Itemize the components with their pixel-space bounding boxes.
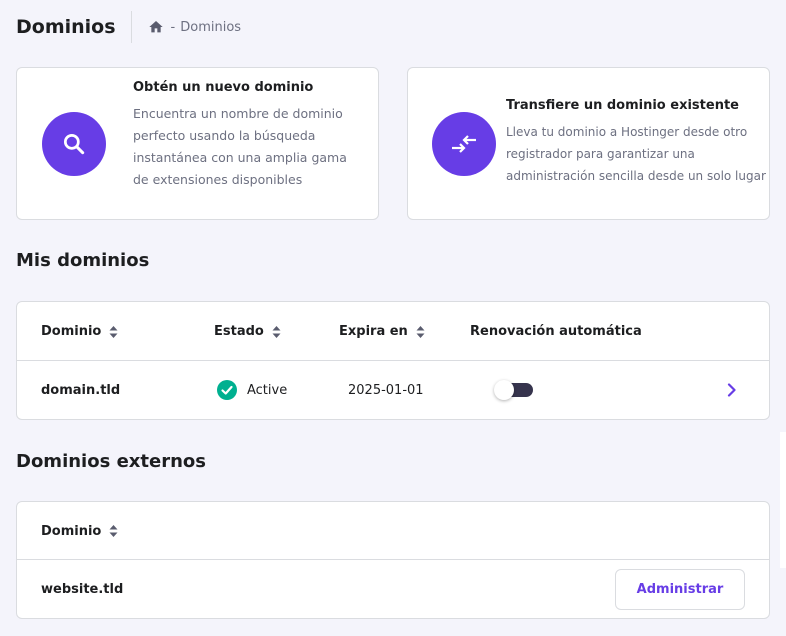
table-row[interactable]: domain.tld Active 2025-01-01 [17, 361, 769, 419]
search-circle [42, 111, 106, 176]
column-header-auto-renew: Renovación automática [470, 302, 642, 361]
column-header-domain[interactable]: Dominio [41, 302, 118, 361]
column-header-label: Dominio [41, 523, 102, 539]
toggle-knob [494, 380, 514, 400]
transfer-domain-title: Transfiere un dominio existente [506, 98, 739, 113]
transfer-domain-card[interactable]: Transfiere un dominio existente Lleva tu… [407, 67, 770, 220]
my-domains-title: Mis dominios [16, 250, 150, 271]
my-domains-table: Dominio Estado Expira en Renovación auto… [16, 301, 770, 420]
external-domains-title: Dominios externos [16, 451, 206, 472]
expiration-date: 2025-01-01 [348, 382, 424, 398]
sort-icon[interactable] [416, 325, 425, 338]
breadcrumb-current: Dominios [180, 19, 242, 35]
column-header-domain[interactable]: Dominio [41, 502, 118, 560]
auto-renew-cell [494, 361, 533, 419]
domain-name: website.tld [41, 581, 124, 597]
description-line: registrador para garantizar una [506, 147, 695, 161]
external-domains-table: Dominio website.tld Administrar [16, 501, 770, 619]
description-line: Lleva tu dominio a Hostinger desde otro [506, 125, 748, 139]
page-header: Dominios - Dominios [16, 10, 241, 44]
auto-renew-toggle[interactable] [494, 380, 533, 400]
table-header: Dominio [17, 502, 769, 560]
new-domain-title: Obtén un nuevo dominio [133, 80, 314, 95]
page-title: Dominios [16, 16, 116, 38]
breadcrumb: - Dominios [148, 19, 242, 35]
description-line: perfecto usando la búsqueda [133, 128, 316, 143]
description-line: instantánea con una amplia gama [133, 150, 347, 165]
domain-name: domain.tld [41, 382, 121, 398]
scroll-edge [780, 432, 786, 568]
table-header: Dominio Estado Expira en Renovación auto… [17, 302, 769, 361]
breadcrumb-separator: - [170, 19, 176, 35]
search-icon [63, 133, 85, 154]
column-header-label: Renovación automática [470, 324, 642, 339]
column-header-status[interactable]: Estado [214, 302, 281, 361]
column-header-label: Estado [214, 324, 264, 339]
new-domain-card[interactable]: Obtén un nuevo dominio Encuentra un nomb… [16, 67, 379, 220]
description-line: Encuentra un nombre de dominio [133, 106, 343, 121]
transfer-arrows-icon [452, 134, 476, 153]
chevron-right-icon[interactable] [727, 383, 737, 397]
row-action [727, 361, 737, 419]
column-header-label: Expira en [339, 324, 408, 339]
status-text: Active [247, 382, 288, 398]
check-circle-icon [217, 380, 237, 400]
transfer-circle [432, 111, 496, 176]
column-header-label: Dominio [41, 324, 102, 339]
status-cell: Active [217, 361, 287, 419]
header-divider [130, 11, 132, 43]
new-domain-description: Encuentra un nombre de dominio perfecto … [133, 103, 347, 191]
home-icon[interactable] [148, 19, 164, 35]
sort-icon[interactable] [272, 325, 281, 338]
description-line: administración sencilla desde un solo lu… [506, 169, 766, 183]
description-line: de extensiones disponibles [133, 172, 303, 187]
manage-button[interactable]: Administrar [615, 569, 745, 610]
column-header-expires[interactable]: Expira en [339, 302, 425, 361]
transfer-domain-description: Lleva tu dominio a Hostinger desde otro … [506, 121, 766, 187]
sort-icon[interactable] [109, 325, 118, 338]
sort-icon[interactable] [109, 525, 118, 537]
table-row: website.tld Administrar [17, 560, 769, 618]
